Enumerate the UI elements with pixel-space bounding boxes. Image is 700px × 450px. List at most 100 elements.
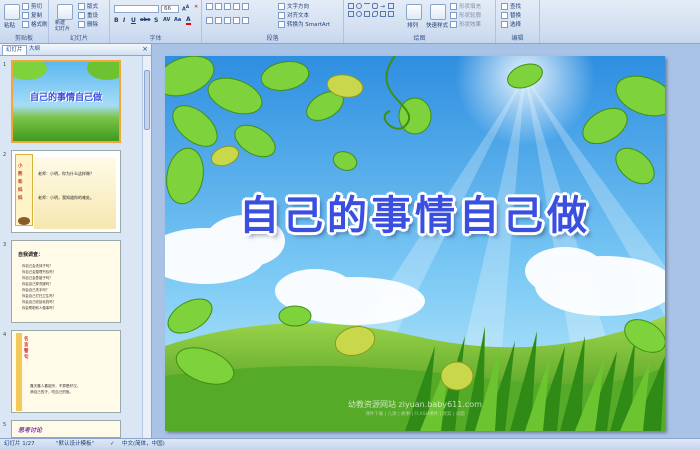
drawing-group: → 排列 快速样式 形状填充 形状轮廓 形状效果 绘图 xyxy=(344,0,496,43)
rectangle-shape-icon[interactable] xyxy=(348,3,354,9)
quick-styles-icon[interactable] xyxy=(430,4,446,20)
change-case-button[interactable]: Aa xyxy=(174,17,181,23)
arrange-icon[interactable] xyxy=(406,4,422,20)
clear-format-icon[interactable]: ✕ xyxy=(194,4,198,10)
align-text-button[interactable]: 对齐文本 xyxy=(278,11,309,19)
slide-thumbnail-2[interactable]: 小 熊 和 妈 妈 老师：小明，你为什么这样做？ 老师：小明，我知道你的难处。 xyxy=(11,150,121,233)
tab-slides[interactable]: 幻灯片 xyxy=(2,45,27,55)
language-indicator[interactable]: 中文(简体，中国) xyxy=(122,439,165,450)
thumb-char: 熊 xyxy=(18,172,23,177)
replace-button[interactable]: 替换 xyxy=(501,11,521,19)
close-pane-icon[interactable]: × xyxy=(142,45,148,53)
align-left-icon xyxy=(206,17,213,24)
oval-shape-icon[interactable] xyxy=(356,3,362,9)
binoculars-icon xyxy=(501,3,508,10)
brace-shape-icon[interactable] xyxy=(364,11,370,17)
slides-label: 幻灯片 xyxy=(69,35,88,42)
fill-bucket-icon xyxy=(450,3,457,10)
align-right-icon xyxy=(224,17,231,24)
editing-label: 编辑 xyxy=(511,35,524,42)
textbox-shape-icon[interactable] xyxy=(348,11,354,17)
list-item: 你会帮助别人做事吗？ xyxy=(22,306,56,310)
slide-thumbnail-4[interactable]: 名言警句 靠天靠人靠祖宗，不算是好汉。 滴自己的汗，吃自己的饭。 xyxy=(11,330,121,413)
quote-line: 滴自己的汗，吃自己的饭。 xyxy=(30,390,74,394)
text-direction-button[interactable]: 文字方向 xyxy=(278,2,309,10)
paste-icon[interactable] xyxy=(4,4,20,20)
cut-button[interactable]: 剪切 xyxy=(22,2,42,10)
strikethrough-button[interactable]: abe xyxy=(140,17,150,23)
new-slide-icon[interactable] xyxy=(57,4,73,20)
justify-icon xyxy=(233,17,240,24)
bold-button[interactable]: B xyxy=(114,17,119,24)
triangle-shape-icon[interactable] xyxy=(388,3,394,9)
callout-shape-icon[interactable] xyxy=(388,11,394,17)
align-text-icon xyxy=(278,12,285,19)
reset-button[interactable]: 重设 xyxy=(78,11,98,19)
grow-font-icon[interactable]: AA xyxy=(182,4,189,13)
thumb-animal xyxy=(18,217,30,225)
theme-name: "默认设计模板" xyxy=(56,441,95,447)
star-shape-icon[interactable] xyxy=(380,11,386,17)
shape-outline-button[interactable]: 形状轮廓 xyxy=(450,11,481,19)
find-button[interactable]: 查找 xyxy=(501,2,521,10)
char-spacing-button[interactable]: AV xyxy=(163,17,170,23)
paste-button[interactable]: 粘贴 xyxy=(4,21,15,29)
slide-number: 1 xyxy=(3,62,7,68)
circle-shape-icon[interactable] xyxy=(356,11,362,17)
thumb-heading: 名言警句 xyxy=(24,337,29,360)
format-painter-button[interactable]: 格式刷 xyxy=(22,20,48,28)
curve-shape-icon[interactable] xyxy=(372,11,378,17)
slide-title[interactable]: 自己的事情自己做 xyxy=(165,183,665,241)
shape-fill-button[interactable]: 形状填充 xyxy=(450,2,481,10)
copy-button[interactable]: 复制 xyxy=(22,11,42,19)
line-shape-icon[interactable] xyxy=(364,3,370,9)
layout-button[interactable]: 版式 xyxy=(78,2,98,10)
arrange-button[interactable]: 排列 xyxy=(407,21,418,29)
font-group: 66 AA ✕ B I U abe S AV Aa A 字体 xyxy=(110,0,202,43)
slide-artwork xyxy=(165,56,665,431)
watermark: 幼教资源网站 ziyuan.baby611.com xyxy=(348,400,482,409)
thumb-char: 小 xyxy=(18,164,23,169)
shape-effects-button[interactable]: 形状效果 xyxy=(450,20,481,28)
new-slide-button[interactable]: 新建 幻灯片 xyxy=(55,20,70,32)
shadow-button[interactable]: S xyxy=(154,17,158,24)
select-button[interactable]: 选择 xyxy=(501,20,521,28)
underline-button[interactable]: U xyxy=(131,17,136,24)
align-buttons[interactable] xyxy=(206,17,251,24)
font-label: 字体 xyxy=(149,35,162,42)
slide-number: 5 xyxy=(3,422,7,428)
font-name-field[interactable] xyxy=(114,5,159,13)
font-color-button[interactable]: A xyxy=(186,17,191,25)
copy-icon xyxy=(22,12,29,19)
bullets-button[interactable] xyxy=(206,3,251,10)
slide-thumbnail-1[interactable]: 自己的事情自己做 xyxy=(11,60,121,143)
thumb-panel xyxy=(34,157,116,229)
delete-slide-button[interactable]: 删除 xyxy=(78,20,98,28)
slide-thumbnail-3[interactable]: 自我调查： 你自己会洗袜子吗？ 你自己会整理书包吗？ 你自己会叠被子吗？ 你会自… xyxy=(11,240,121,323)
arrow-shape-icon[interactable]: → xyxy=(380,3,386,10)
clipboard-group: 粘贴 剪切 复制 格式刷 剪贴板 xyxy=(0,0,49,43)
replace-icon xyxy=(501,12,508,19)
spellcheck-icon[interactable]: ✓ xyxy=(110,439,115,450)
pane-scrollbar[interactable] xyxy=(142,56,151,438)
slide-canvas[interactable]: 自己的事情自己做 幼教资源网站 ziyuan.baby611.com 课件下载 … xyxy=(165,56,665,431)
font-size-field[interactable]: 66 xyxy=(161,5,179,13)
slide-number: 3 xyxy=(3,242,7,248)
thumb-quote: 靠天靠人靠祖宗，不算是好汉。 滴自己的汗，吃自己的饭。 xyxy=(30,383,116,395)
slide-counter: 幻灯片 1/27 xyxy=(4,441,35,447)
thumb-stripe xyxy=(16,333,22,411)
thumb-dialog-2: 老师：小明，我知道你的难处。 xyxy=(38,195,94,200)
italic-button[interactable]: I xyxy=(123,17,125,24)
layout-icon xyxy=(78,3,85,10)
thumb-char: 和 xyxy=(18,180,23,185)
tab-outline[interactable]: 大纲 xyxy=(26,45,43,54)
slides-group: 新建 幻灯片 版式 重设 删除 幻灯片 xyxy=(49,0,110,43)
slide-thumbnail-5[interactable]: 思考讨论 xyxy=(11,420,121,438)
smartart-button[interactable]: 转换为 SmartArt xyxy=(278,20,330,28)
scroll-thumb[interactable] xyxy=(144,70,150,130)
paragraph-group: 文字方向 对齐文本 转换为 SmartArt 段落 xyxy=(202,0,344,43)
pane-tabs: 幻灯片 大纲 × xyxy=(0,44,151,56)
quick-styles-button[interactable]: 快速样式 xyxy=(426,21,448,29)
rounded-rect-shape-icon[interactable] xyxy=(372,3,378,9)
delete-icon xyxy=(78,21,85,28)
